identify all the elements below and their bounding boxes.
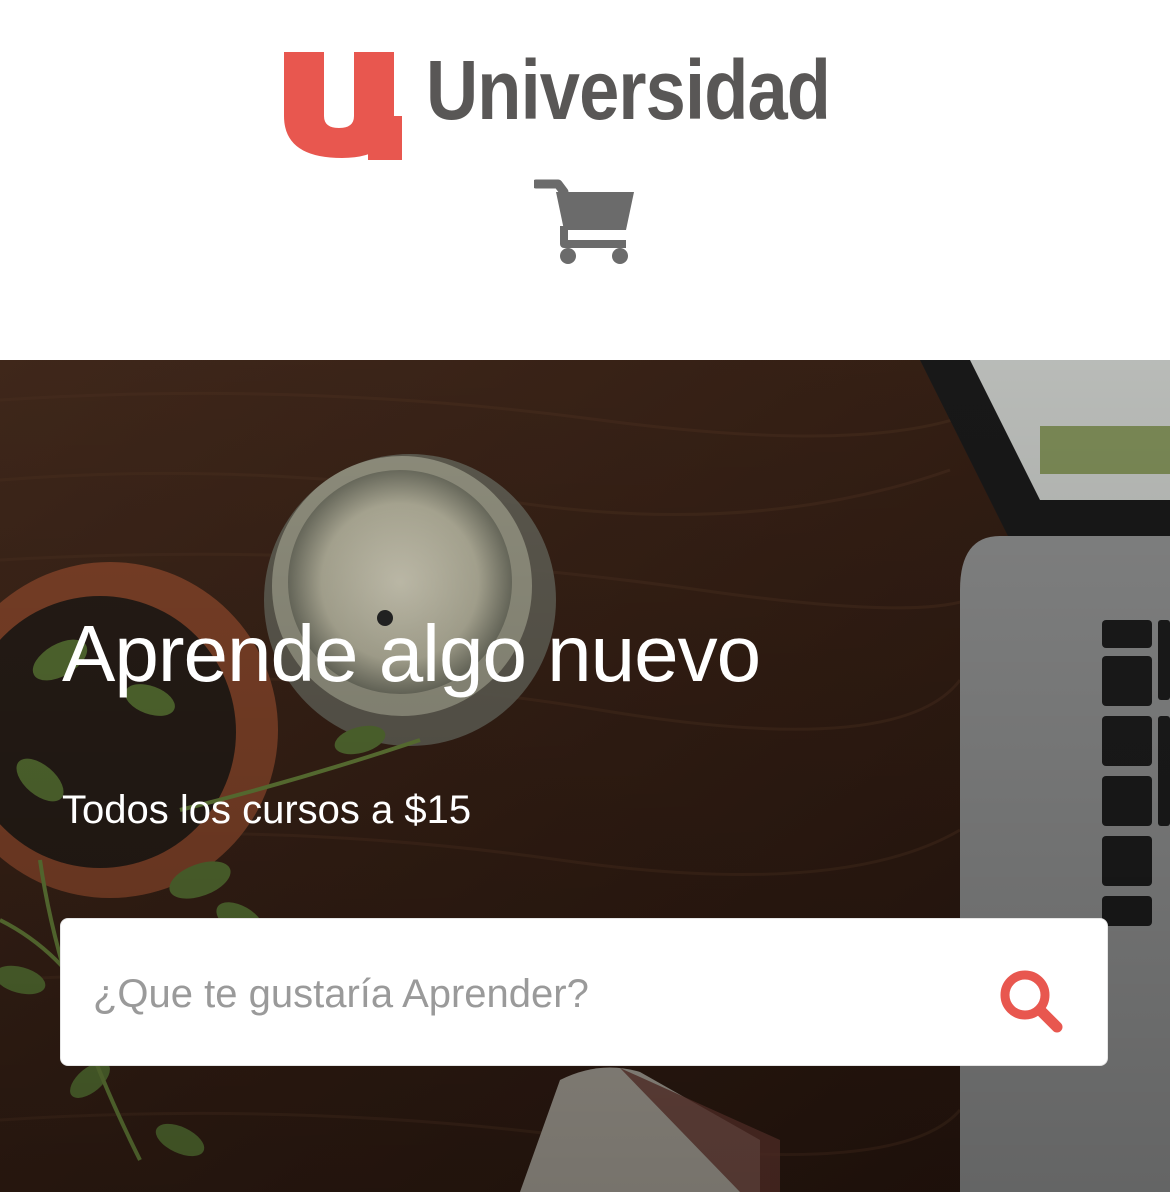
shopping-cart-icon[interactable] <box>531 176 638 266</box>
logo-wordmark: Universidad <box>426 43 831 137</box>
hero-background-image <box>0 360 1170 1192</box>
hero-title: Aprende algo nuevo <box>62 609 761 698</box>
brand-logo[interactable]: Universidad <box>284 46 896 160</box>
search-bar <box>60 918 1108 1066</box>
header: Universidad <box>0 0 1170 360</box>
search-input[interactable] <box>93 949 973 1039</box>
logo-mark <box>284 46 402 160</box>
hero-banner: Aprende algo nuevo Todos los cursos a $1… <box>0 360 1170 1192</box>
search-icon[interactable] <box>995 967 1069 1035</box>
page: Universidad Aprende algo nuevo Todos los… <box>0 0 1170 1192</box>
hero-subtitle: Todos los cursos a $15 <box>62 788 472 832</box>
